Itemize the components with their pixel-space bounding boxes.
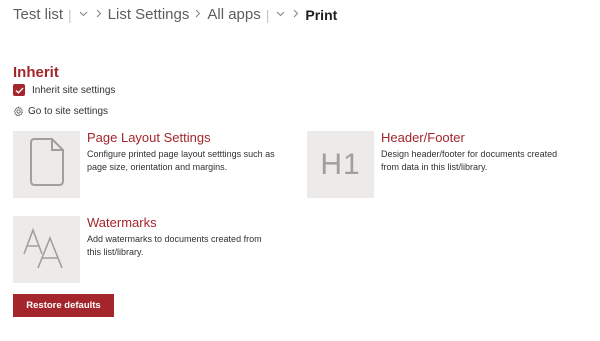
tile-title[interactable]: Page Layout Settings [87, 130, 275, 145]
chevron-right-icon [195, 9, 201, 21]
breadcrumb-print: Print [305, 6, 338, 23]
tile-thumbnail: H1 [307, 131, 374, 198]
tile-description: Configure printed page layout setttings … [87, 149, 275, 172]
breadcrumb-divider: | [265, 6, 270, 23]
inherit-site-settings-checkbox[interactable]: Inherit site settings [13, 84, 115, 96]
breadcrumb-all-apps[interactable]: All apps [207, 6, 260, 23]
chevron-down-icon[interactable] [79, 9, 88, 20]
tile-thumbnail [13, 131, 80, 198]
restore-defaults-button[interactable]: Restore defaults [13, 294, 114, 317]
chevron-right-icon [293, 9, 299, 21]
breadcrumb-test-list[interactable]: Test list [13, 6, 63, 23]
h1-icon: H1 [320, 147, 361, 181]
breadcrumb: Test list | List Settings All apps | Pri… [13, 6, 337, 23]
document-icon [28, 137, 66, 192]
tile-title[interactable]: Watermarks [87, 215, 262, 230]
go-to-site-settings-link[interactable]: Go to site settings [13, 106, 108, 117]
watermark-icon [22, 224, 72, 275]
tile-title[interactable]: Header/Footer [381, 130, 557, 145]
breadcrumb-list-settings[interactable]: List Settings [108, 6, 190, 23]
gear-icon [13, 106, 24, 117]
tile-thumbnail [13, 216, 80, 283]
section-title-inherit: Inherit [13, 64, 59, 81]
tile-watermarks[interactable]: Watermarks Add watermarks to documents c… [13, 215, 303, 283]
go-to-site-settings-label: Go to site settings [28, 106, 109, 117]
breadcrumb-divider: | [68, 6, 72, 23]
checkbox-checked-icon[interactable] [13, 84, 25, 96]
chevron-down-icon[interactable] [276, 9, 285, 20]
tile-page-layout-settings[interactable]: Page Layout Settings Configure printed p… [13, 130, 303, 198]
checkbox-label: Inherit site settings [32, 84, 116, 96]
tile-description: Design header/footer for documents creat… [381, 149, 558, 172]
tile-header-footer[interactable]: H1 Header/Footer Design header/footer fo… [307, 130, 597, 198]
tile-description: Add watermarks to documents created from… [87, 234, 262, 257]
chevron-right-icon [96, 9, 102, 21]
